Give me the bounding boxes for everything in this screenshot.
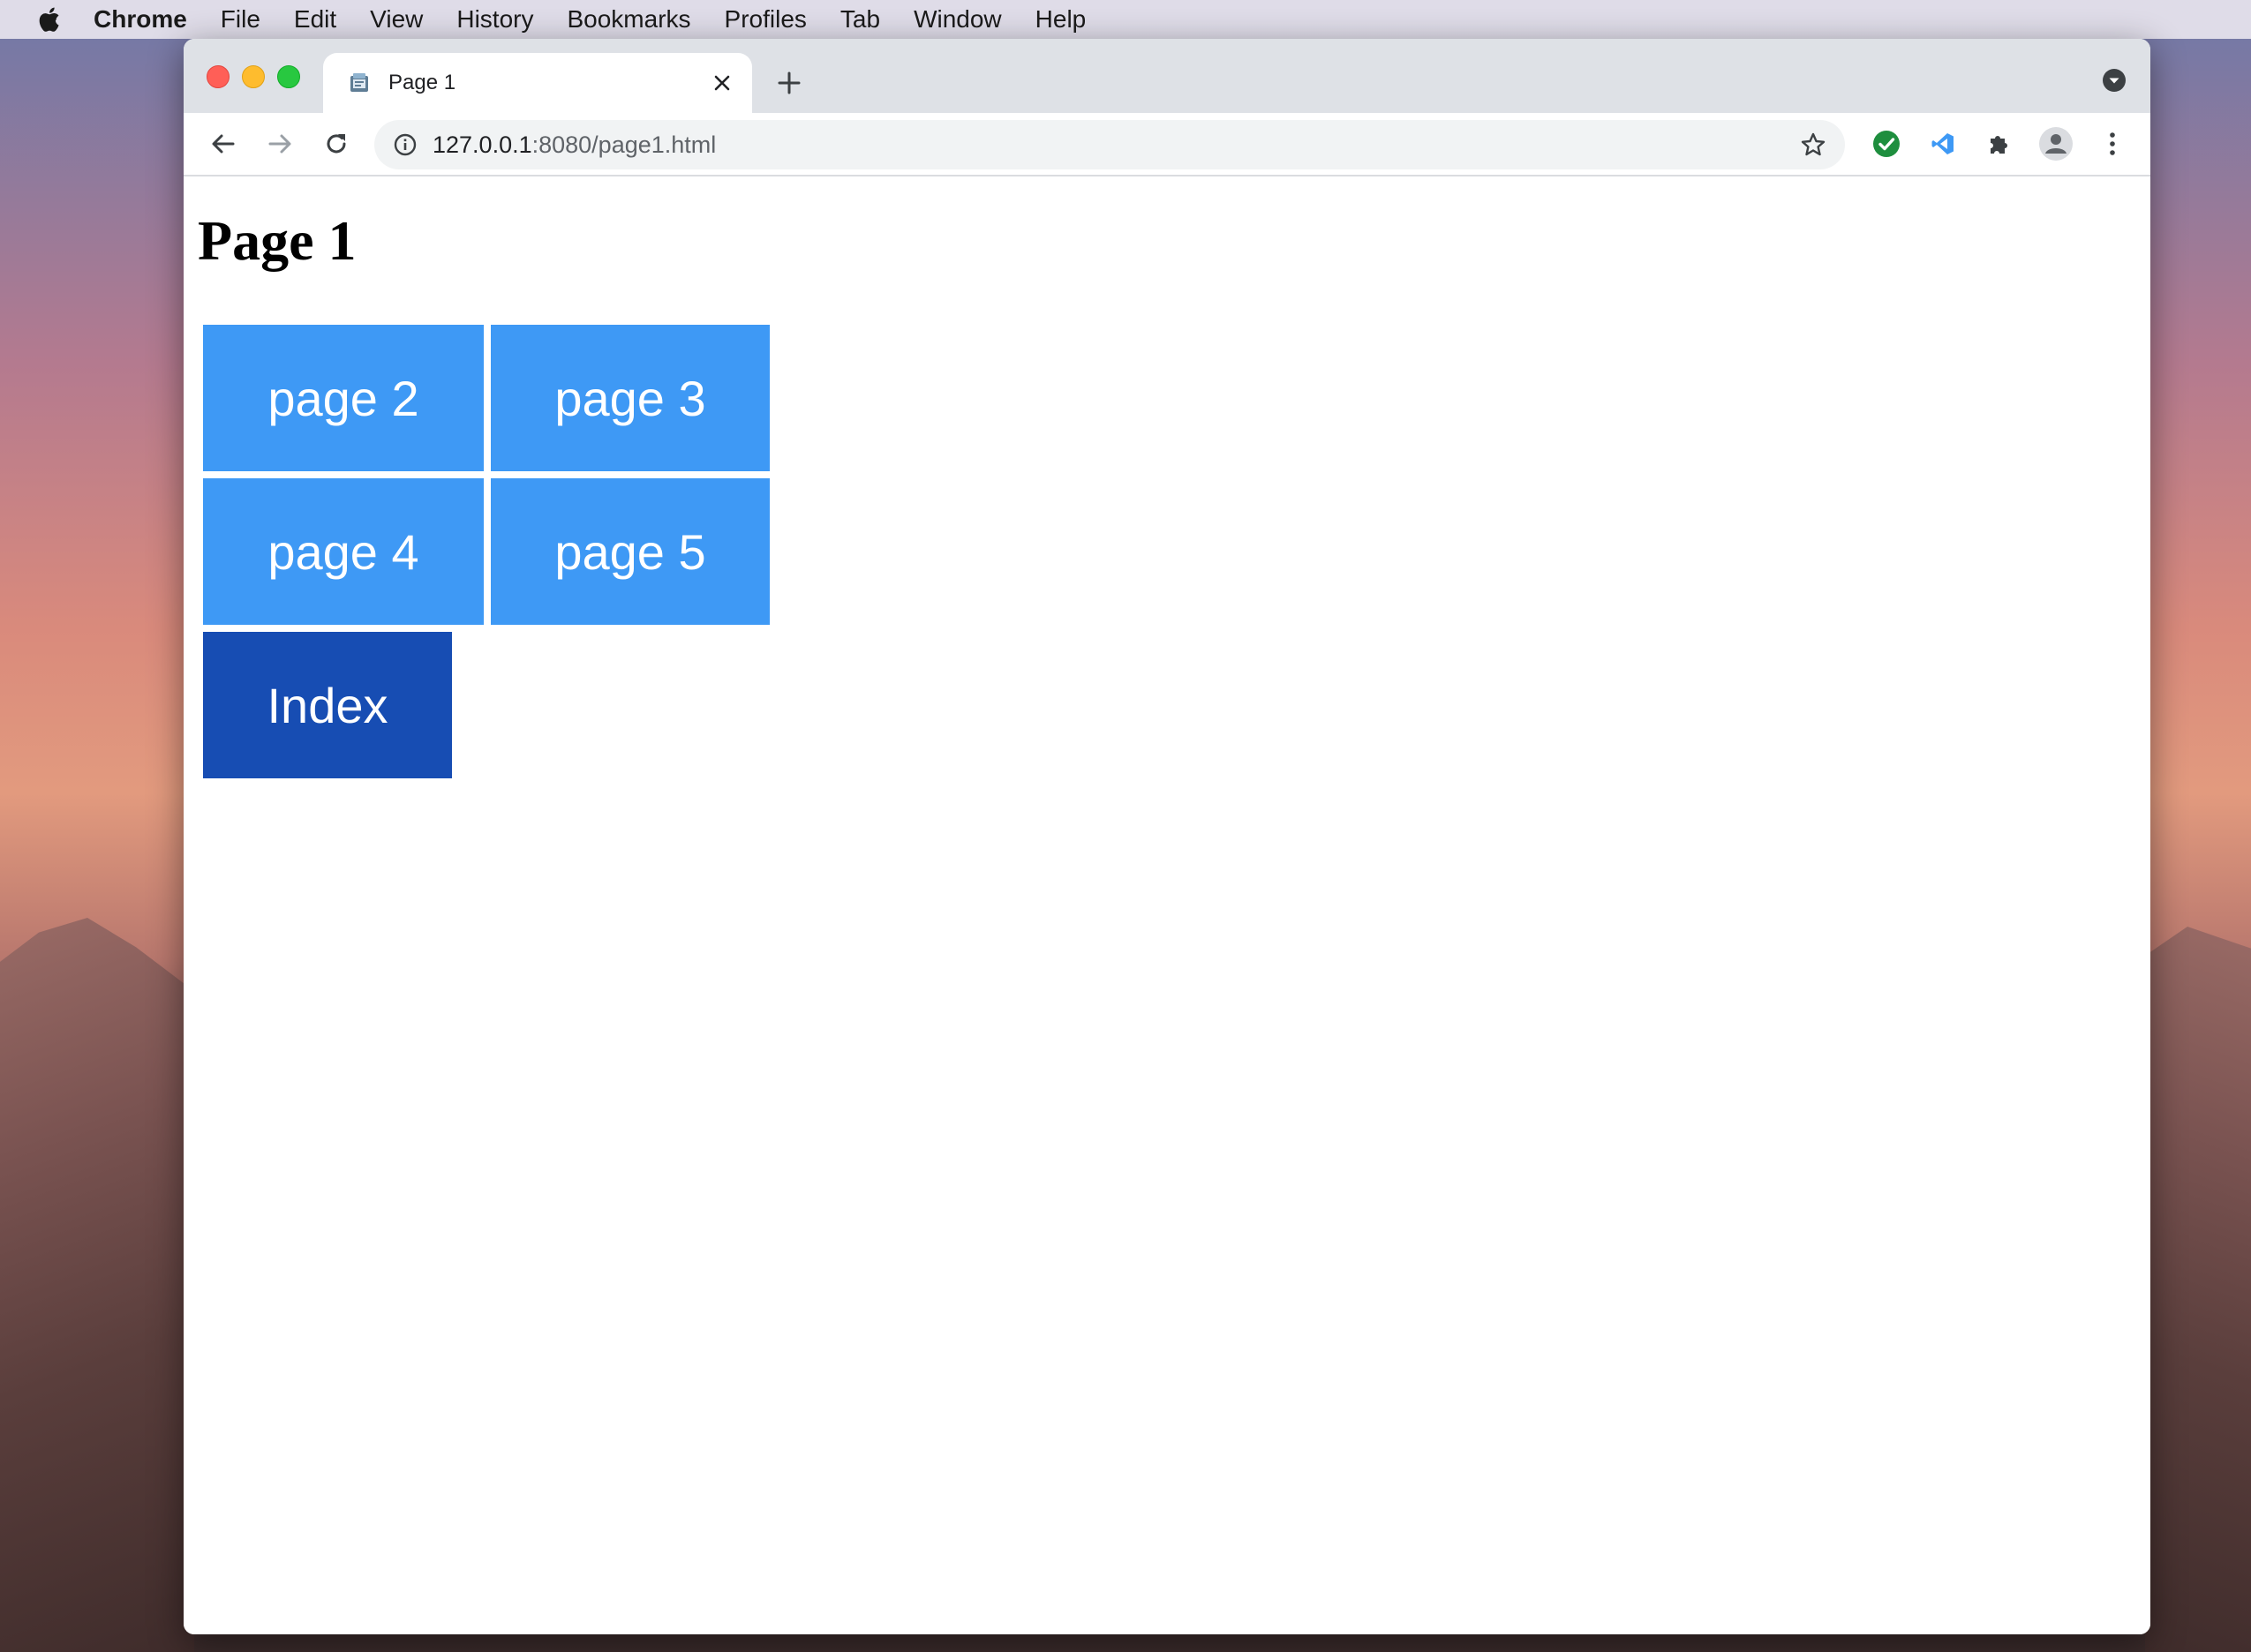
url-host: 127.0.0.1 [433,131,532,158]
bookmark-star-icon[interactable] [1797,129,1829,161]
tab-page-1[interactable]: Page 1 [323,53,752,113]
url-path: :8080/page1.html [531,131,717,158]
menu-tab[interactable]: Tab [840,5,880,34]
kebab-menu-icon[interactable] [2094,125,2131,162]
close-window-button[interactable] [207,65,230,88]
menu-file[interactable]: File [221,5,260,34]
browser-window: Page 1 127.0.0.1:8080/page1.html Page 1 … [184,39,2150,1634]
menu-edit[interactable]: Edit [294,5,336,34]
zoom-window-button[interactable] [277,65,300,88]
new-tab-icon[interactable] [770,64,809,102]
browser-toolbar: 127.0.0.1:8080/page1.html [184,113,2150,176]
menu-profiles[interactable]: Profiles [725,5,807,34]
menu-view[interactable]: View [370,5,423,34]
page-2-button[interactable]: page 2 [203,325,484,471]
menu-window[interactable]: Window [914,5,1002,34]
desktop-mountain-right [2145,927,2251,1652]
tab-search-icon[interactable] [2101,67,2127,94]
menu-help[interactable]: Help [1035,5,1087,34]
page-5-button[interactable]: page 5 [491,478,770,625]
tab-title: Page 1 [388,71,456,94]
mac-menu-bar: Chrome File Edit View History Bookmarks … [0,0,2251,39]
url-text[interactable]: 127.0.0.1:8080/page1.html [433,131,1797,159]
menu-bookmarks[interactable]: Bookmarks [567,5,690,34]
address-bar[interactable]: 127.0.0.1:8080/page1.html [374,120,1845,169]
check-extension-icon[interactable] [1868,125,1905,162]
puzzle-extensions-icon[interactable] [1981,125,2018,162]
index-button[interactable]: Index [203,632,452,778]
forward-arrow-icon[interactable] [261,125,298,162]
profile-avatar-icon[interactable] [2037,125,2074,162]
vscode-extension-icon[interactable] [1924,125,1961,162]
reload-icon[interactable] [318,125,355,162]
menu-app-name[interactable]: Chrome [94,5,187,34]
tab-close-icon[interactable] [706,67,738,99]
tab-strip: Page 1 [184,39,2150,113]
menu-history[interactable]: History [456,5,533,34]
page-3-button[interactable]: page 3 [491,325,770,471]
page-title: Page 1 [198,209,357,272]
info-icon[interactable] [392,131,418,158]
page-4-button[interactable]: page 4 [203,478,484,625]
page-content: Page 1 page 2 page 3 page 4 page 5 Index [184,176,2150,1634]
apple-logo-icon[interactable] [35,4,62,34]
page-favicon-icon [346,70,373,96]
desktop-mountain-left [0,918,194,1652]
back-arrow-icon[interactable] [205,125,242,162]
minimize-window-button[interactable] [242,65,265,88]
